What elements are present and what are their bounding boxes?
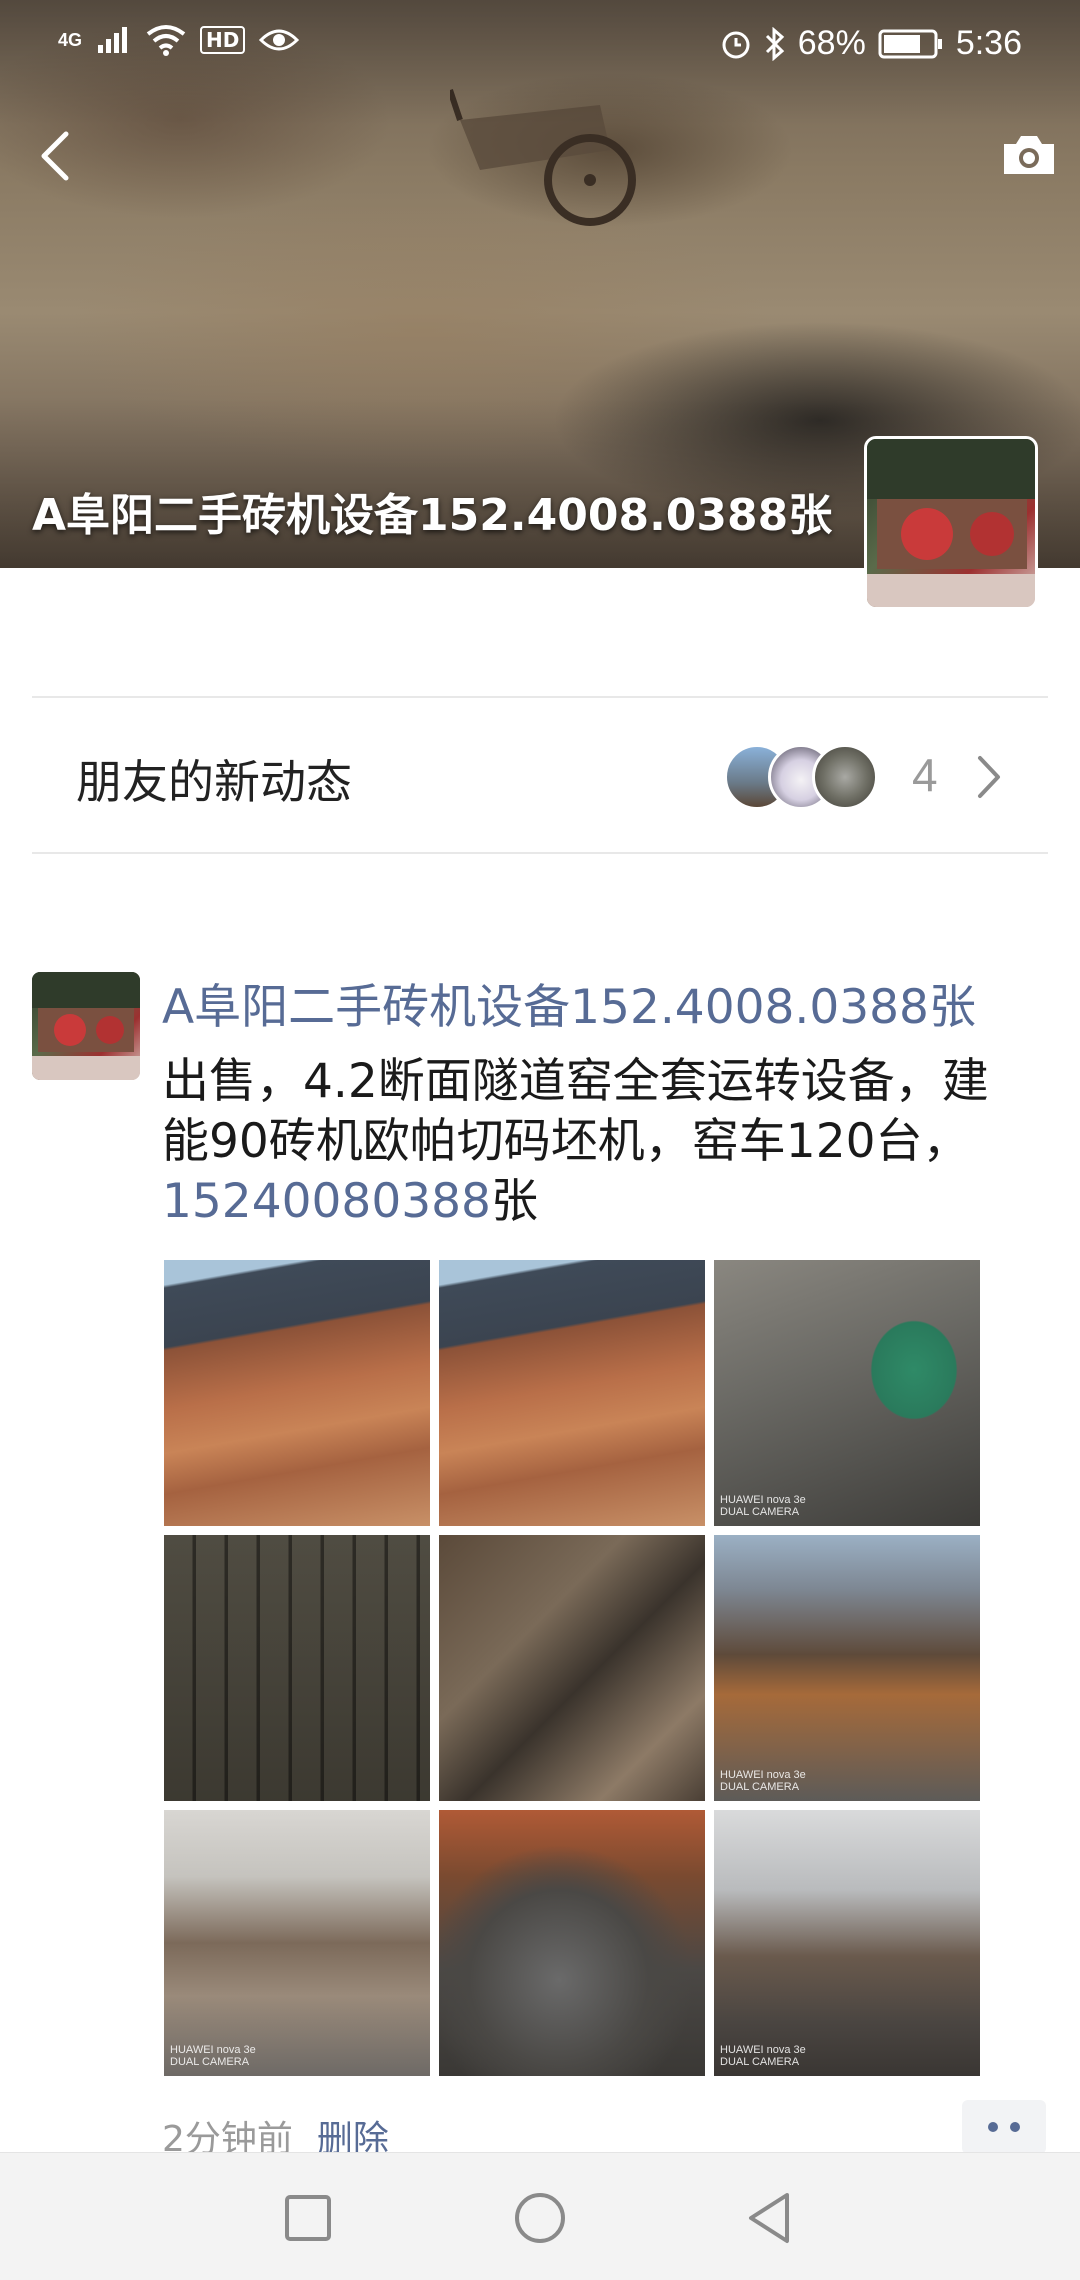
camera-watermark: HUAWEI nova 3e DUAL CAMERA — [720, 1769, 806, 1793]
friends-avatars — [724, 744, 878, 810]
wifi-icon — [146, 25, 186, 56]
phone-link[interactable]: 15240080388 — [162, 1174, 491, 1229]
network-type: 4G — [58, 29, 83, 50]
post-author-name[interactable]: A阜阳二手砖机设备152.4008.0388张 — [162, 978, 1042, 1038]
status-left: 4G HD — [58, 24, 300, 56]
camera-watermark: HUAWEI nova 3e DUAL CAMERA — [720, 2044, 806, 2068]
friends-updates-label: 朋友的新动态 — [76, 755, 352, 809]
camera-watermark: HUAWEI nova 3e DUAL CAMERA — [170, 2044, 256, 2068]
dot — [1010, 2122, 1020, 2132]
hd-icon: HD — [200, 26, 246, 54]
camera-watermark: HUAWEI nova 3e DUAL CAMERA — [720, 1494, 806, 1518]
divider — [32, 696, 1048, 698]
avatar-image — [867, 439, 1035, 607]
back-triangle-icon[interactable] — [735, 2183, 805, 2253]
post-photo[interactable]: HUAWEI nova 3e DUAL CAMERA — [714, 1810, 980, 2076]
post-photo[interactable] — [164, 1260, 430, 1526]
status-bar: 4G HD 68% 5:36 — [0, 0, 1080, 90]
post-photo[interactable] — [439, 1260, 705, 1526]
bluetooth-icon — [765, 26, 784, 61]
post-photo[interactable]: HUAWEI nova 3e DUAL CAMERA — [164, 1810, 430, 2076]
signal-icon — [98, 27, 128, 53]
recent-apps-icon[interactable] — [273, 2183, 343, 2253]
friends-updates-row[interactable]: 朋友的新动态 4 — [0, 700, 1080, 856]
profile-name: A阜阳二手砖机设备152.4008.0388张 — [32, 490, 833, 541]
divider — [32, 852, 1048, 854]
system-nav-bar — [0, 2152, 1080, 2280]
photo-grid: HUAWEI nova 3e DUAL CAMERA HUAWEI nova 3e… — [164, 1260, 980, 2076]
post-photo[interactable]: HUAWEI nova 3e DUAL CAMERA — [714, 1535, 980, 1801]
post-author-avatar[interactable] — [32, 972, 140, 1080]
post-photo[interactable]: HUAWEI nova 3e DUAL CAMERA — [714, 1260, 980, 1526]
clock: 5:36 — [955, 24, 1022, 62]
battery-icon — [878, 29, 942, 58]
back-arrow-icon[interactable] — [36, 128, 76, 184]
chevron-right-icon — [978, 756, 1000, 798]
more-dots-icon[interactable] — [962, 2100, 1046, 2154]
moments-profile-screen: 4G HD 68% 5:36 A阜阳二手砖机设备152.4008.0388张 朋… — [0, 0, 1080, 2280]
post-photo[interactable] — [439, 1535, 705, 1801]
status-right: 68% 5:36 — [720, 24, 1022, 63]
alarm-icon — [722, 31, 750, 58]
post-text-tail: 张 — [490, 1174, 538, 1229]
avatar-image — [32, 972, 140, 1080]
friends-updates-count: 4 — [912, 749, 938, 801]
post-photo[interactable] — [439, 1810, 705, 2076]
profile-avatar[interactable] — [864, 436, 1038, 610]
battery-percent: 68% — [797, 24, 866, 62]
post-text: 出售，4.2断面隧道窑全套运转设备，建能90砖机欧帕切码坯机，窑车120台，15… — [162, 1052, 1022, 1232]
camera-icon[interactable] — [1000, 132, 1058, 178]
post-photo[interactable] — [164, 1535, 430, 1801]
post-text-body: 出售，4.2断面隧道窑全套运转设备，建能90砖机欧帕切码坯机，窑车120台， — [162, 1054, 989, 1169]
friend-avatar — [812, 744, 878, 810]
dot — [988, 2122, 998, 2132]
eye-icon — [259, 29, 300, 51]
home-icon[interactable] — [505, 2183, 575, 2253]
